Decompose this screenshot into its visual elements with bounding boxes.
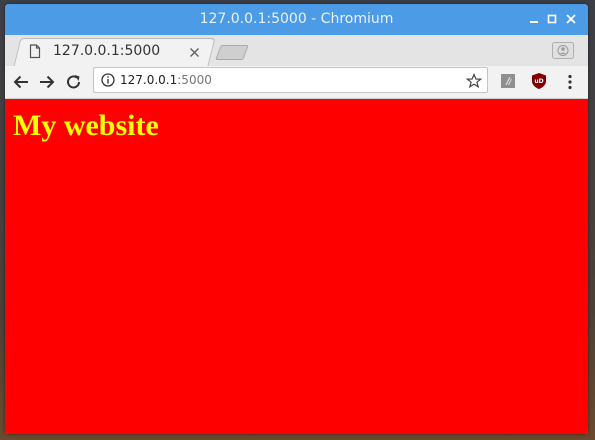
- extension-icon[interactable]: [500, 73, 516, 89]
- maximize-icon: [547, 14, 557, 24]
- maximize-button[interactable]: [544, 10, 560, 28]
- arrow-right-icon[interactable]: [38, 73, 56, 91]
- minimize-icon: [530, 21, 538, 23]
- ublock-label: uD: [534, 78, 543, 85]
- close-icon: [566, 14, 576, 24]
- title-bar[interactable]: 127.0.0.1:5000 - Chromium: [5, 4, 588, 35]
- arrow-left-icon[interactable]: [12, 73, 30, 91]
- tab-strip: 127.0.0.1:5000: [5, 35, 588, 66]
- close-window-button[interactable]: [563, 10, 579, 28]
- url-text: 127.0.0.1:5000: [120, 73, 212, 87]
- ublock-icon[interactable]: uD: [530, 72, 548, 90]
- page-icon: [29, 44, 41, 59]
- star-icon[interactable]: [466, 73, 482, 89]
- profile-icon[interactable]: [552, 42, 574, 59]
- browser-window: 127.0.0.1:5000 - Chromium 127.0.0.1:5000: [5, 4, 588, 434]
- url-path: :5000: [177, 73, 212, 87]
- tab-active[interactable]: 127.0.0.1:5000: [29, 38, 209, 66]
- page-content: My website: [5, 99, 588, 434]
- info-icon[interactable]: [101, 73, 115, 87]
- toolbar: 127.0.0.1:5000 uD: [5, 66, 588, 99]
- new-tab-button[interactable]: [215, 45, 249, 60]
- minimize-button[interactable]: [526, 10, 542, 28]
- url-host: 127.0.0.1: [120, 73, 178, 87]
- kebab-menu-icon[interactable]: [566, 73, 574, 91]
- address-bar[interactable]: 127.0.0.1:5000: [93, 67, 488, 93]
- tab-title: 127.0.0.1:5000: [53, 43, 161, 59]
- page-heading: My website: [13, 109, 159, 142]
- window-title: 127.0.0.1:5000 - Chromium: [199, 11, 394, 27]
- tab-close-icon[interactable]: [189, 47, 200, 58]
- reload-icon[interactable]: [65, 73, 83, 91]
